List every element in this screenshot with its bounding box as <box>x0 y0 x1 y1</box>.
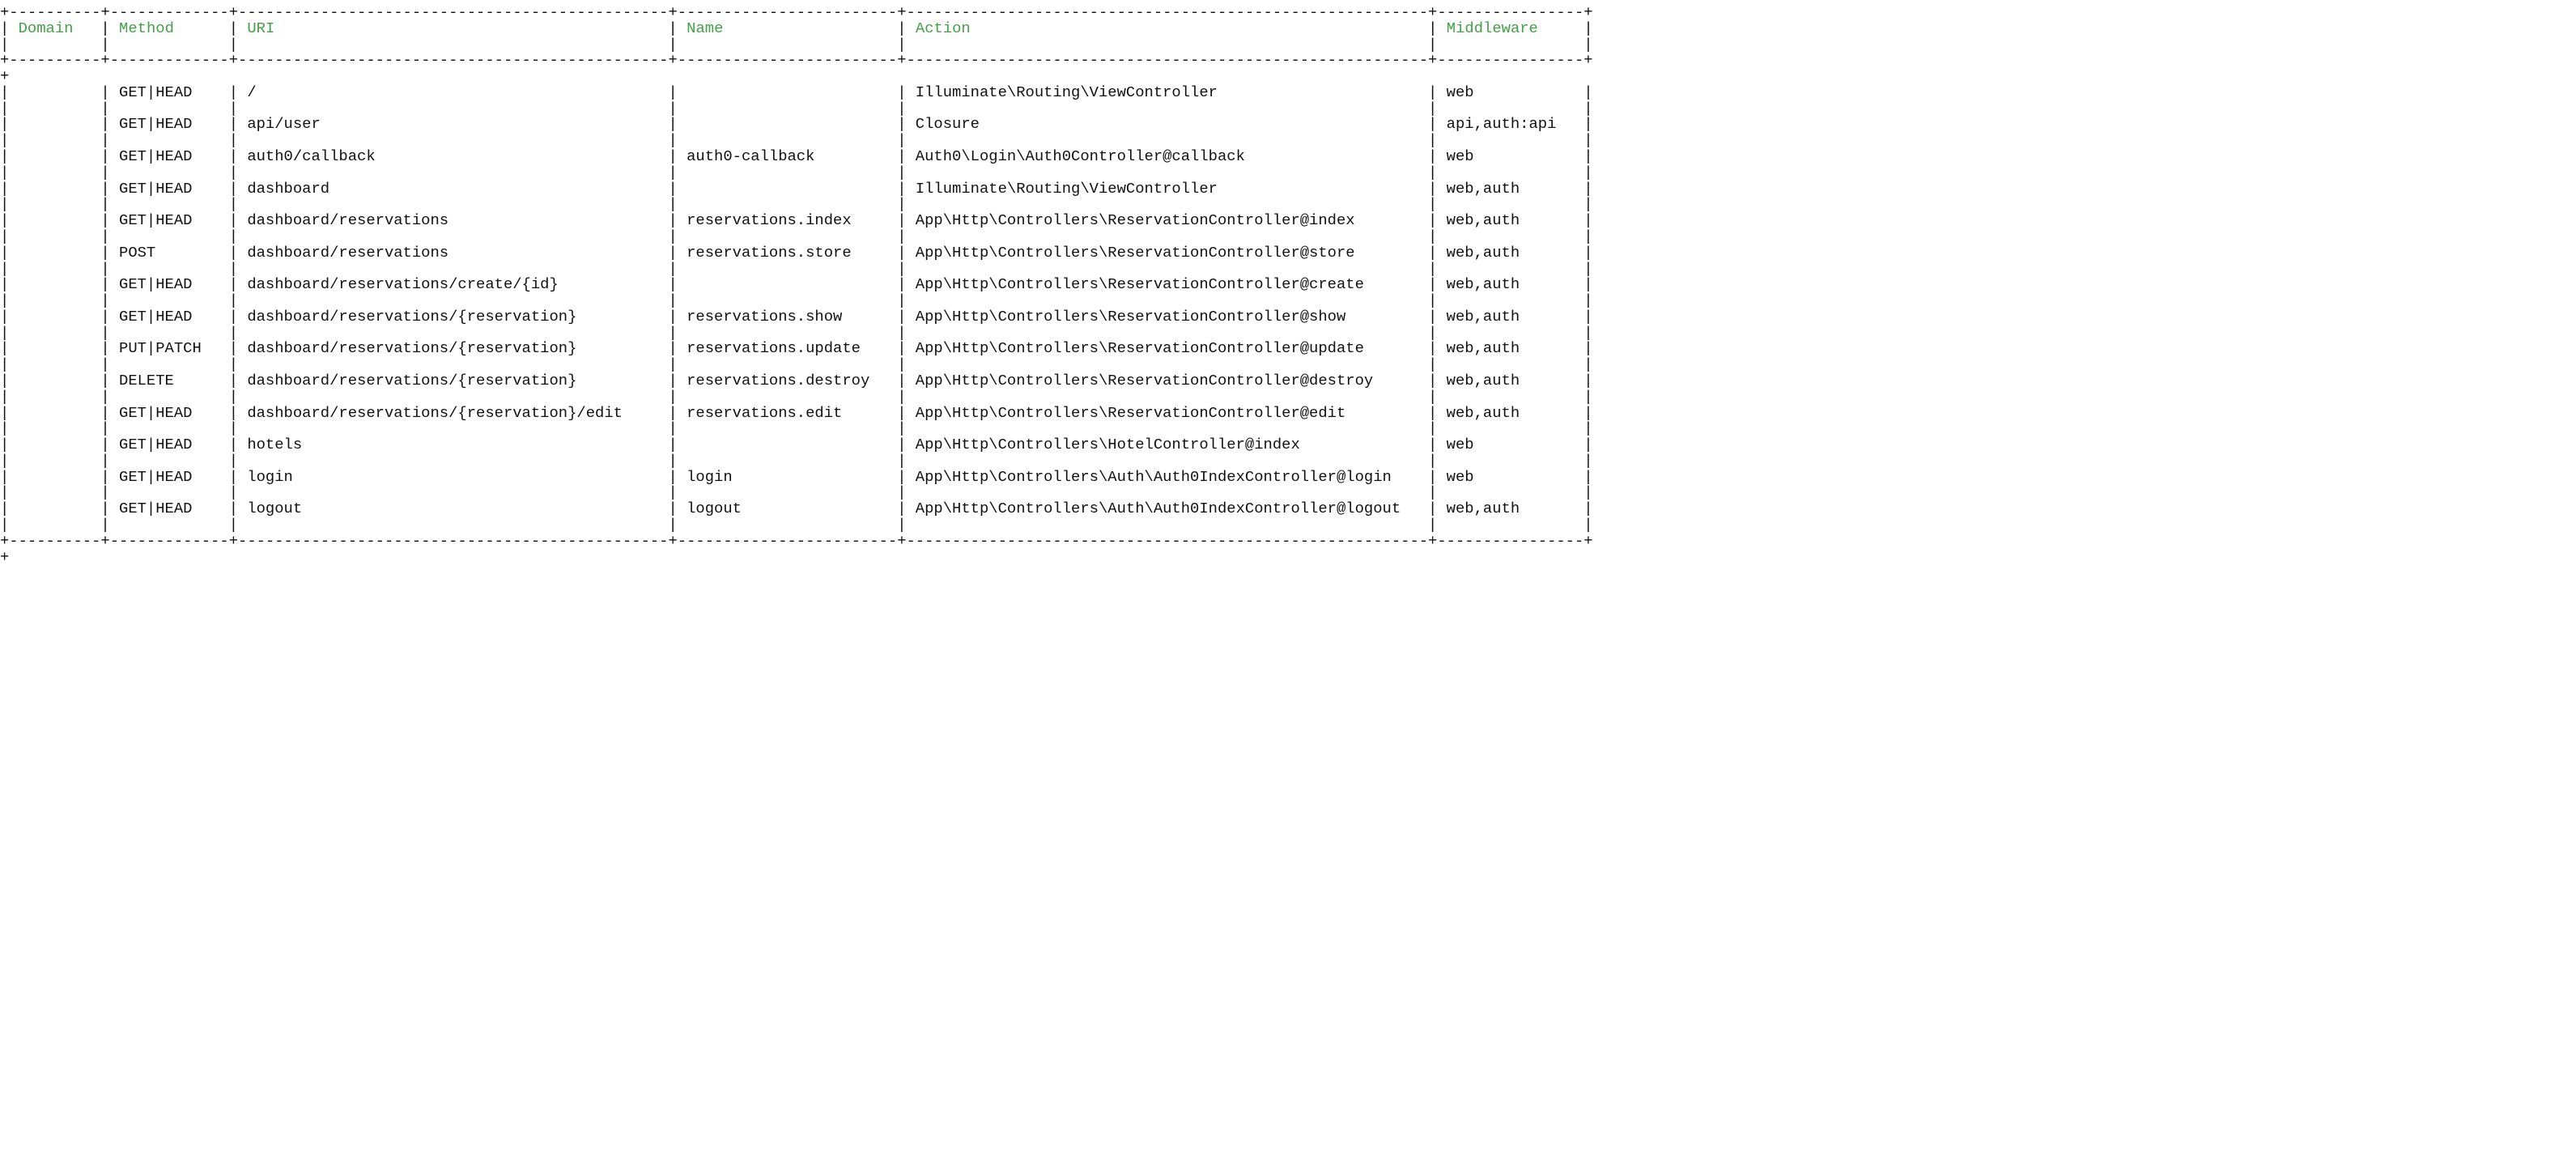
route-list-table: +----------+-------------+--------------… <box>0 0 2576 565</box>
